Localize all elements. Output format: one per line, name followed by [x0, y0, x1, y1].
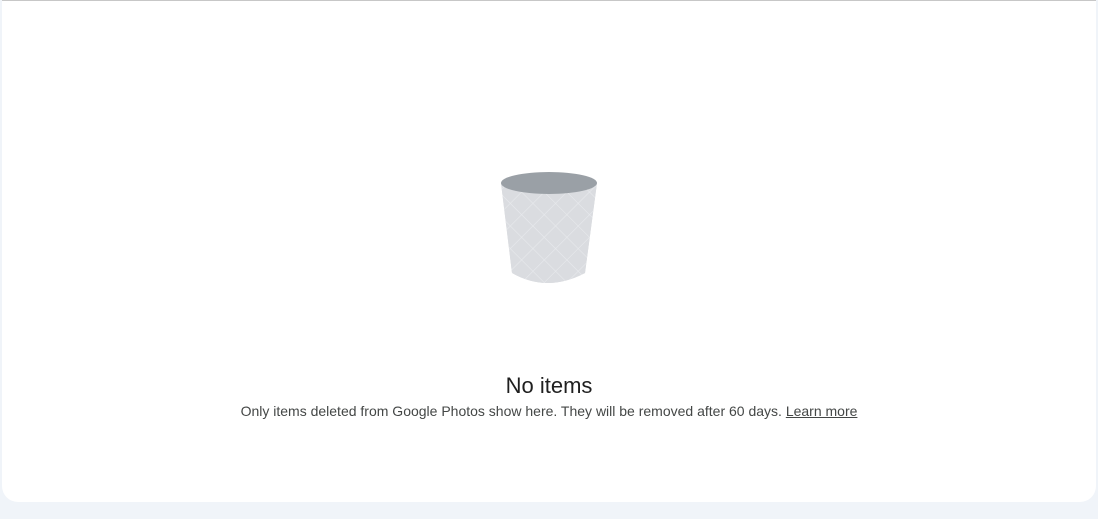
- empty-state: No items Only items deleted from Google …: [2, 169, 1096, 421]
- learn-more-link[interactable]: Learn more: [786, 403, 858, 419]
- trash-panel: No items Only items deleted from Google …: [2, 0, 1096, 502]
- trash-bin-icon: [501, 172, 597, 283]
- empty-state-message: Only items deleted from Google Photos sh…: [240, 403, 782, 419]
- empty-state-title: No items: [505, 373, 593, 398]
- empty-state-message-line: Only items deleted from Google Photos sh…: [241, 401, 858, 421]
